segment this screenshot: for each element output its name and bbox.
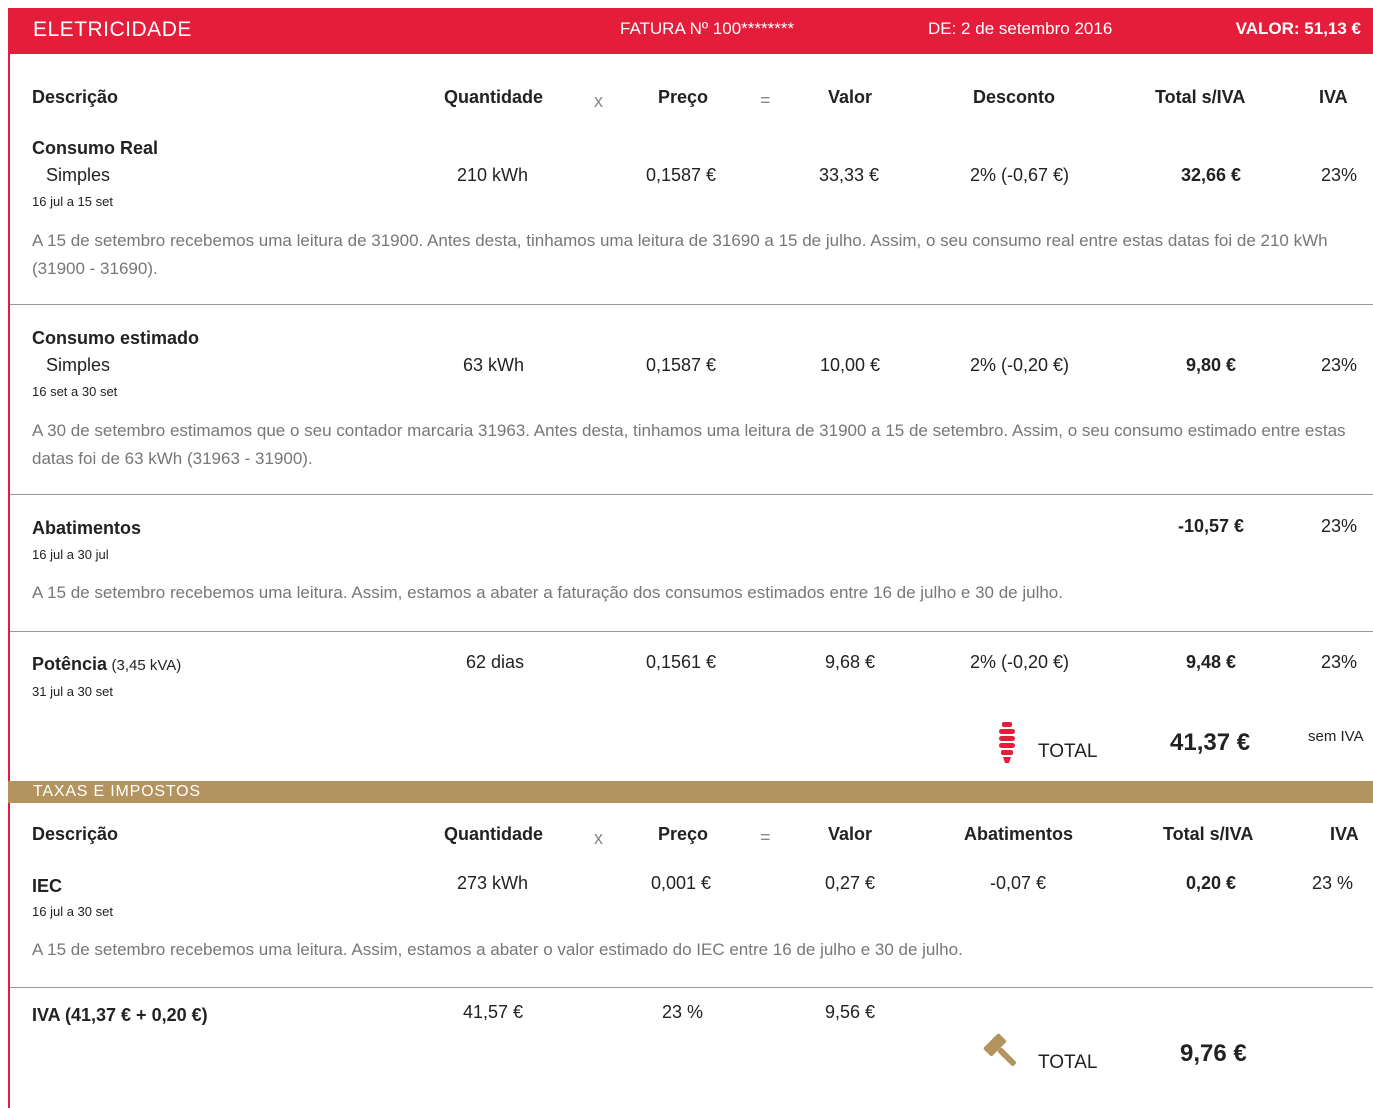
col-header-description: Descrição [32,87,119,107]
col-header-description: Descrição [32,824,119,844]
row-title: IVA (41,37 € + 0,20 €) [32,1005,208,1025]
col-header-total: Total s/IVA [1163,824,1254,844]
divider [10,631,1373,632]
row-title-group: Potência (3,45 kVA) [32,654,181,675]
total-label: TOTAL [1038,741,1098,762]
row-note: A 30 de setembro estimamos que o seu con… [32,421,1346,468]
col-header-discount: Desconto [973,87,1056,107]
row-price: 0,001 € [651,873,712,893]
row-title: Consumo Real [32,138,159,158]
total-label: TOTAL [1038,1052,1098,1073]
row-total: 0,20 € [1186,873,1237,893]
divider [10,304,1373,305]
col-header-value: Valor [828,87,873,107]
row-vat: 23% [1321,165,1358,185]
row-quantity: 273 kWh [457,873,529,893]
col-header-price: Preço [658,824,709,844]
row-title: Consumo estimado [32,328,200,348]
row-value: 10,00 € [820,355,881,375]
row-total: -10,57 € [1178,516,1245,536]
row-value: 33,33 € [819,165,880,185]
row-value: 9,56 € [825,1002,876,1022]
light-bulb-icon [996,722,1018,764]
row-price: 0,1587 € [646,355,717,375]
row-title: Potência [32,654,108,674]
row-note: A 15 de setembro recebemos uma leitura d… [32,231,1328,278]
row-quantity: 41,57 € [463,1002,524,1022]
equals-sign: = [760,827,771,847]
row-total: 9,80 € [1186,355,1237,375]
row-period: 16 jul a 30 set [32,904,113,919]
row-total: 9,48 € [1186,652,1237,672]
taxes-total-value: 9,76 € [1180,1040,1247,1067]
col-header-quantity: Quantidade [444,87,544,107]
col-header-vat: IVA [1319,87,1348,107]
row-total: 32,66 € [1181,165,1242,185]
section-title-electricity: ELETRICIDADE [33,18,192,41]
row-price: 0,1561 € [646,652,717,672]
row-subtitle: Simples [46,355,111,375]
row-period: 16 jul a 15 set [32,194,113,209]
section-title-taxes: TAXAS E IMPOSTOS [33,783,201,800]
col-header-abatements: Abatimentos [964,824,1074,844]
divider [10,494,1373,495]
col-header-total: Total s/IVA [1155,87,1246,107]
row-price: 23 % [662,1002,704,1022]
row-subtitle: Simples [46,165,111,185]
equals-sign: = [760,90,771,110]
invoice-amount: VALOR: 51,13 € [1235,19,1361,38]
multiply-sign: x [594,91,603,111]
col-header-price: Preço [658,87,709,107]
gavel-icon [982,1032,1022,1072]
left-accent-rule [8,54,10,1108]
row-title: Abatimentos [32,518,142,538]
row-quantity: 62 dias [466,652,525,672]
row-discount: 2% (-0,20 €) [970,652,1070,672]
multiply-sign: x [594,828,603,848]
row-value: 0,27 € [825,873,876,893]
divider [10,987,1373,988]
taxes-bar [8,781,1373,803]
row-value: 9,68 € [825,652,876,672]
row-period: 16 set a 30 set [32,384,118,399]
row-vat: 23% [1321,652,1358,672]
row-vat: 23% [1321,355,1358,375]
row-quantity: 63 kWh [463,355,525,375]
row-abatement: -0,07 € [990,873,1047,893]
row-note: A 15 de setembro recebemos uma leitura. … [32,940,963,959]
col-header-quantity: Quantidade [444,824,544,844]
row-vat: 23% [1321,516,1358,536]
row-discount: 2% (-0,20 €) [970,355,1070,375]
row-discount: 2% (-0,67 €) [970,165,1070,185]
row-quantity: 210 kWh [457,165,529,185]
invoice-number: FATURA Nº 100******** [620,19,795,38]
col-header-value: Valor [828,824,873,844]
row-note: A 15 de setembro recebemos uma leitura. … [32,583,1063,602]
col-header-vat: IVA [1330,824,1359,844]
row-title: IEC [32,876,63,896]
total-suffix: sem IVA [1308,728,1364,745]
row-period: 16 jul a 30 jul [32,547,109,562]
electricity-total-value: 41,37 € [1170,729,1251,756]
invoice-date: DE: 2 de setembro 2016 [928,19,1113,38]
row-price: 0,1587 € [646,165,717,185]
row-vat: 23 % [1312,873,1354,893]
row-title-extra: (3,45 kVA) [111,657,182,674]
row-period: 31 jul a 30 set [32,684,113,699]
